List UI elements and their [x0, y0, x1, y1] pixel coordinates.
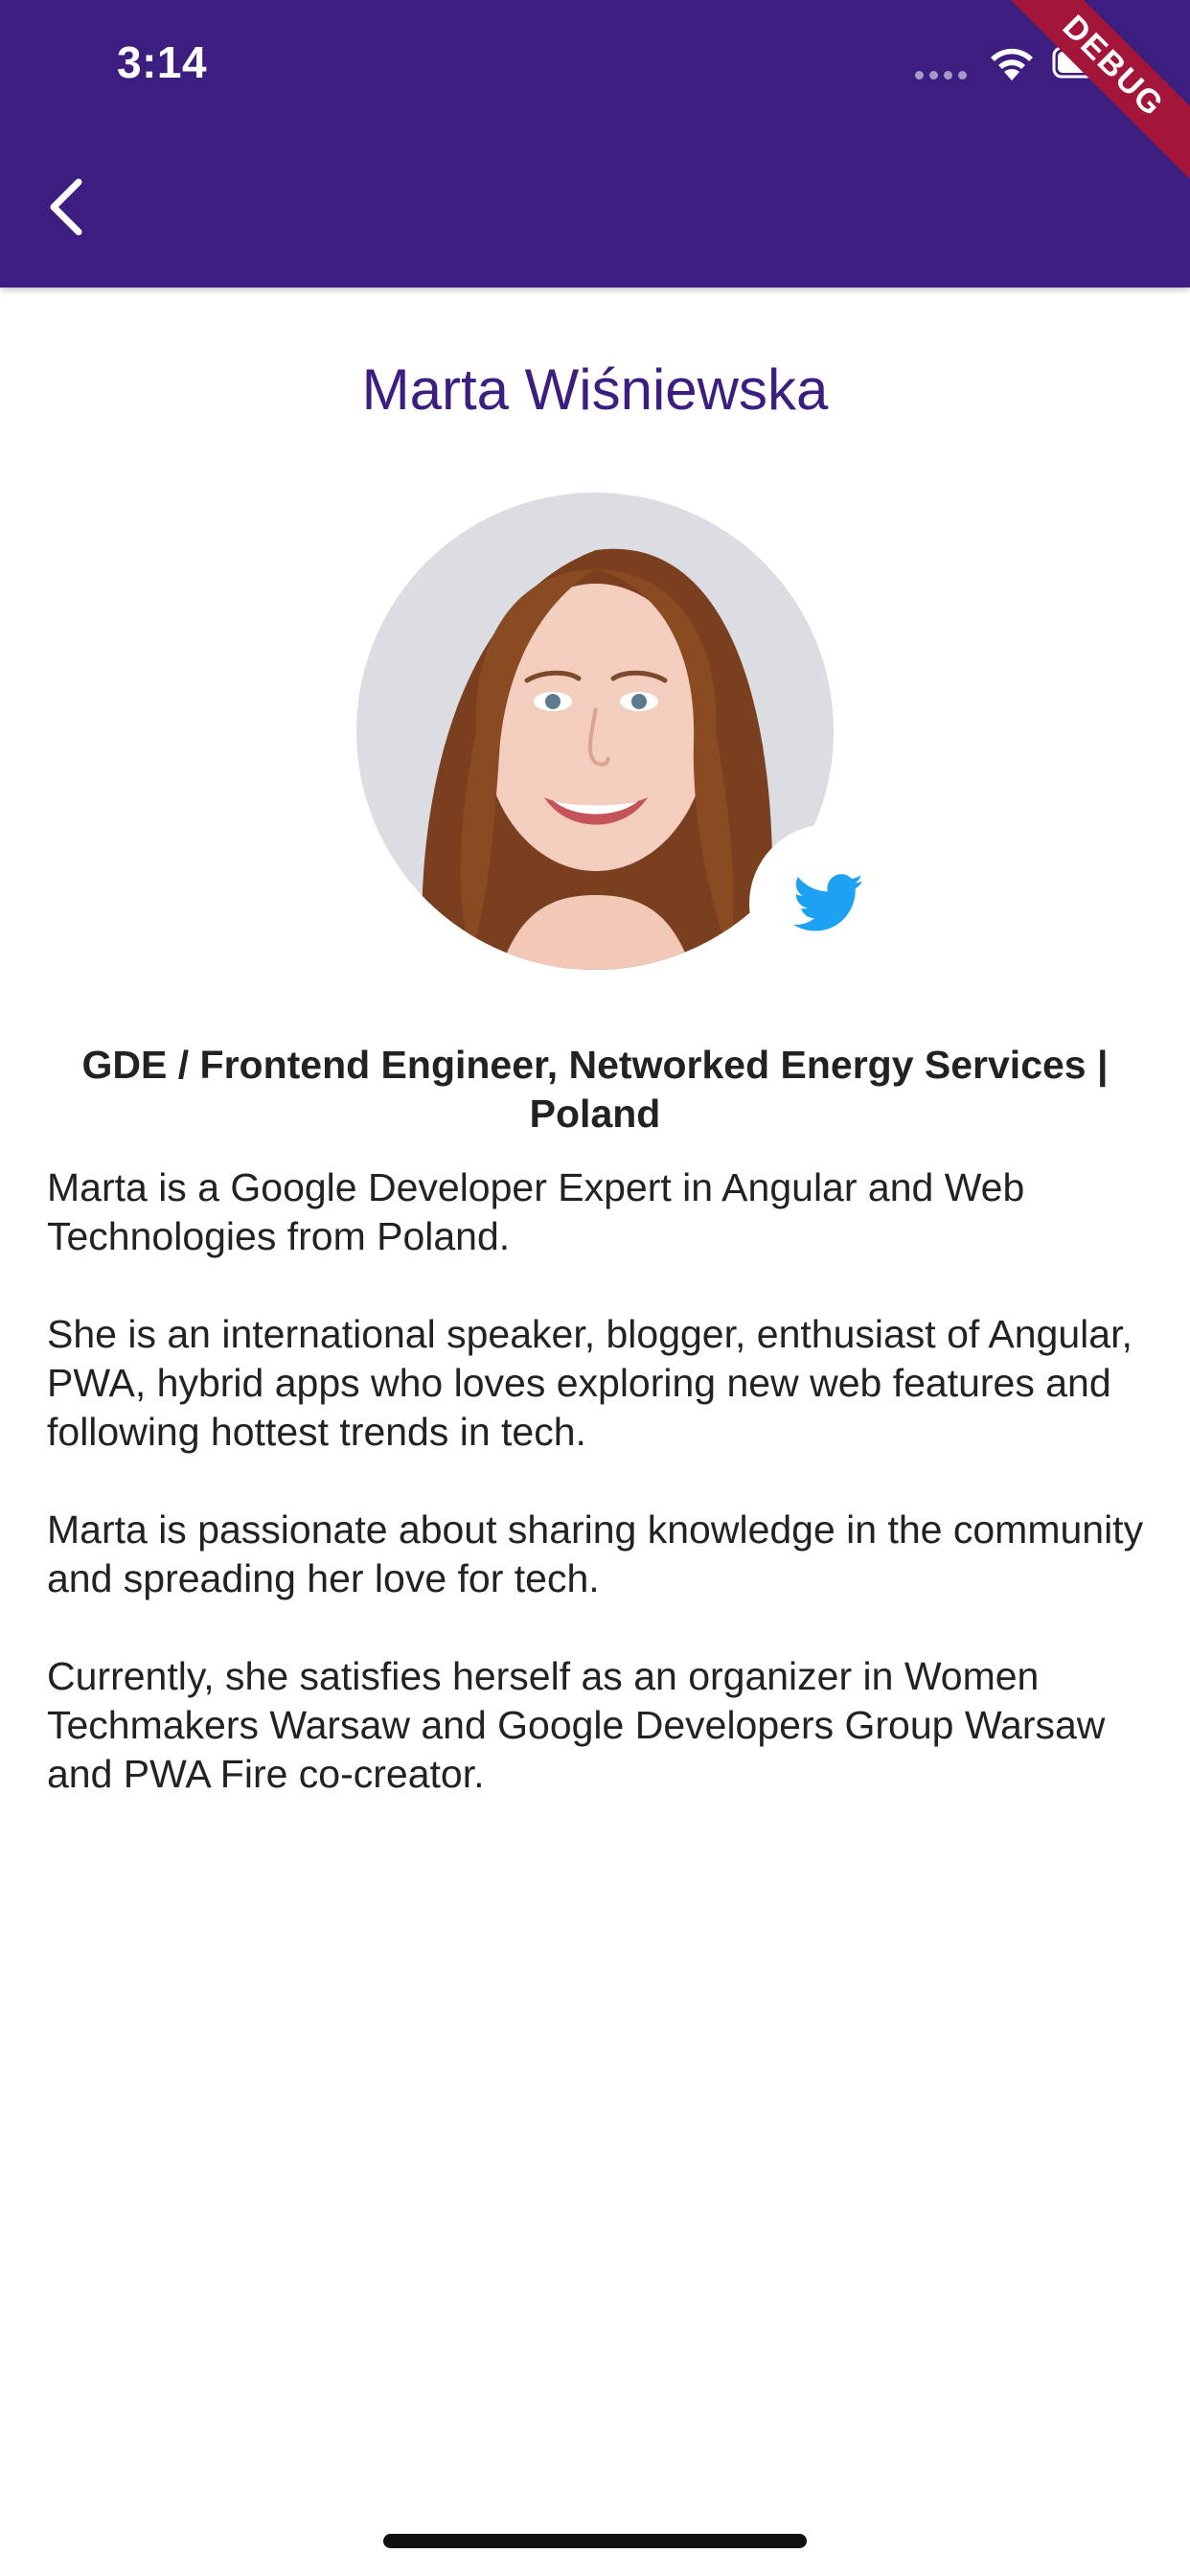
bio-paragraph: Marta is a Google Developer Expert in An…	[47, 1165, 1025, 1258]
twitter-link-button[interactable]	[749, 824, 908, 983]
speaker-bio: Marta is a Google Developer Expert in An…	[47, 1163, 1149, 1848]
home-indicator[interactable]	[383, 2534, 807, 2548]
bio-paragraph: She is an international speaker, blogger…	[47, 1312, 1133, 1454]
wifi-icon	[991, 48, 1033, 80]
status-time: 3:14	[117, 37, 208, 87]
bio-paragraph: Marta is passionate about sharing knowle…	[47, 1507, 1144, 1600]
chevron-left-icon	[50, 178, 82, 236]
speaker-detail-screen: 3:14 DEBUG Marta Wiśniewska GDE / Fronte…	[0, 0, 1190, 2576]
back-button[interactable]	[27, 161, 103, 253]
speaker-name: Marta Wiśniewska	[361, 357, 829, 422]
app-bar: 3:14	[0, 0, 1190, 288]
bio-paragraph: Currently, she satisfies herself as an o…	[47, 1654, 1106, 1796]
speaker-title: GDE / Frontend Engineer, Networked Energ…	[81, 1043, 1109, 1136]
cellular-signal-icon	[915, 71, 967, 80]
twitter-icon	[793, 874, 863, 932]
avatar-container	[356, 493, 908, 983]
